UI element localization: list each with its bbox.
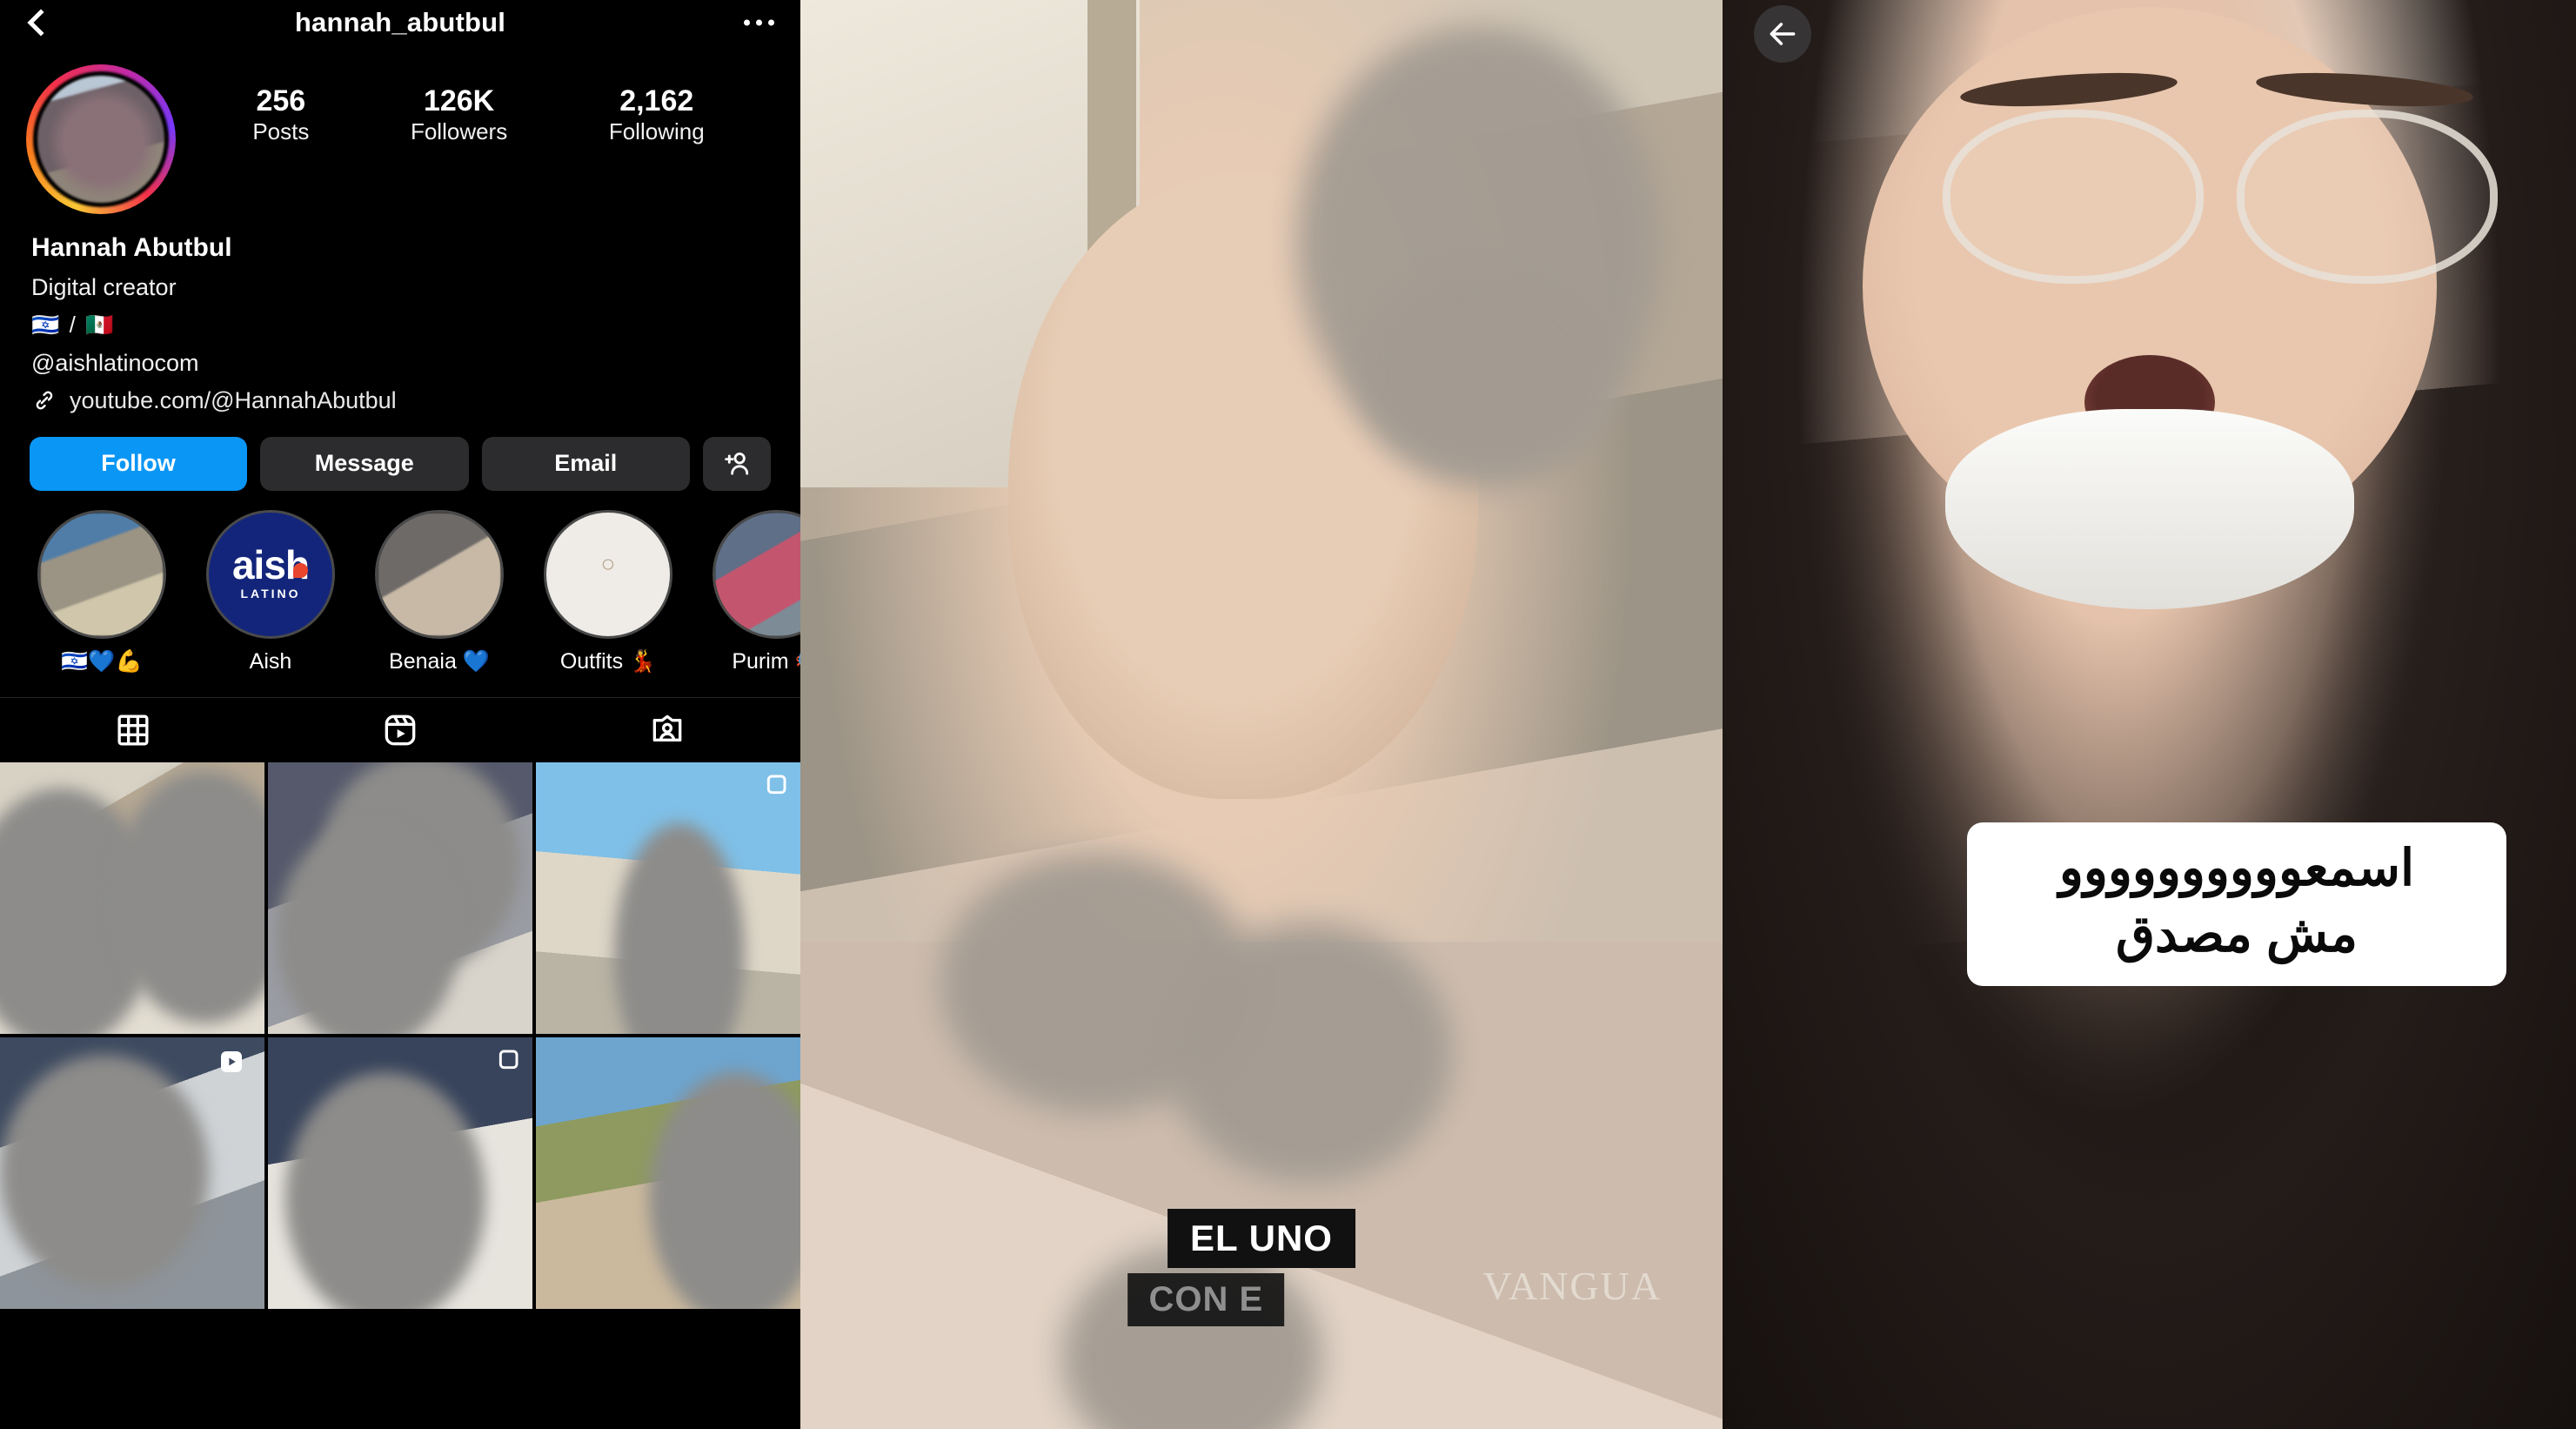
screenshot-stage: hannah_abutbul 256 Posts 126K Followers xyxy=(0,0,2576,1429)
grid-post[interactable] xyxy=(536,1037,800,1309)
grid-post[interactable] xyxy=(268,761,532,1034)
highlight-label: Purim 🎭 xyxy=(732,648,800,674)
grid-post[interactable] xyxy=(536,761,800,1034)
back-arrow-icon xyxy=(1770,23,1796,45)
stat-value: 2,162 xyxy=(619,84,694,117)
page-title: hannah_abutbul xyxy=(294,7,506,37)
grid-post[interactable] xyxy=(0,1037,264,1309)
bio-link-text: youtube.com/@HannahAbutbul xyxy=(70,386,397,413)
stat-following[interactable]: 2,162 Following xyxy=(609,84,705,145)
video-caption-line2: CON E xyxy=(1127,1273,1285,1326)
back-button[interactable] xyxy=(1754,5,1811,63)
stat-posts[interactable]: 256 Posts xyxy=(252,84,309,145)
profile-action-buttons: Follow Message Email xyxy=(0,414,800,491)
avatar[interactable] xyxy=(26,64,176,214)
highlight-cover xyxy=(40,512,164,636)
stat-label: Followers xyxy=(410,118,508,145)
story-highlights: 🇮🇱💙💪 aish LATINO Aish Benaia 💙 Outfits 💃 xyxy=(0,491,800,674)
highlight-label: 🇮🇱💙💪 xyxy=(61,648,143,674)
profile-top-bar: hannah_abutbul xyxy=(0,0,800,45)
profile-bio: Hannah Abutbul Digital creator 🇮🇱 / 🇲🇽 @… xyxy=(0,214,800,414)
instagram-profile-panel: hannah_abutbul 256 Posts 126K Followers xyxy=(0,0,800,1429)
highlight-item[interactable]: 🇮🇱💙💪 xyxy=(17,509,186,674)
profile-stats: 256 Posts 126K Followers 2,162 Following xyxy=(176,64,774,145)
body-blur-overlay xyxy=(1166,922,1453,1184)
eyeglasses-right xyxy=(2236,110,2498,285)
highlight-item[interactable]: Outfits 💃 xyxy=(524,509,693,674)
tab-grid[interactable] xyxy=(0,698,267,762)
profile-category: Digital creator xyxy=(31,274,177,300)
eyeglasses-left xyxy=(1942,110,2204,285)
reel-icon xyxy=(221,1050,242,1072)
face-mask xyxy=(1944,409,2354,609)
add-person-button[interactable] xyxy=(703,436,771,491)
email-button[interactable]: Email xyxy=(481,436,690,491)
tab-reels[interactable] xyxy=(267,698,534,762)
dot xyxy=(756,19,762,26)
aish-logo-sub: LATINO xyxy=(240,587,301,601)
carousel-icon xyxy=(498,1050,519,1069)
profile-header-row: 256 Posts 126K Followers 2,162 Following xyxy=(0,45,800,214)
stat-value: 256 xyxy=(256,84,306,117)
bio-flags: 🇮🇱 / 🇲🇽 xyxy=(31,311,116,338)
grid-post[interactable] xyxy=(0,761,264,1034)
tab-tagged[interactable] xyxy=(533,698,800,762)
more-options-icon[interactable] xyxy=(744,19,774,26)
highlight-item[interactable]: Benaia 💙 xyxy=(355,509,524,674)
stat-followers[interactable]: 126K Followers xyxy=(411,84,507,145)
reels-tab-icon xyxy=(385,714,416,745)
video-caption-line2: مش مصدق xyxy=(2116,906,2358,963)
video-watermark: VANGUA xyxy=(1482,1264,1662,1308)
aish-flame-icon xyxy=(293,562,308,578)
highlight-label: Benaia 💙 xyxy=(389,648,490,674)
highlight-cover xyxy=(378,512,501,636)
grid-post[interactable] xyxy=(268,1037,532,1309)
follow-button[interactable]: Follow xyxy=(30,436,247,491)
add-person-icon xyxy=(725,452,749,475)
avatar-image xyxy=(33,71,169,207)
video-panel-spanish[interactable]: CON E EL UNO VANGUA xyxy=(800,0,1723,1429)
eyebrow xyxy=(1958,67,2178,113)
grid-tab-icon xyxy=(117,714,149,746)
highlight-label: Aish xyxy=(249,648,292,674)
face-blur-overlay xyxy=(1357,261,1618,487)
display-name: Hannah Abutbul xyxy=(31,233,232,262)
video-caption-line1: EL UNO xyxy=(1168,1209,1355,1268)
stat-value: 126K xyxy=(423,84,495,117)
post-grid xyxy=(0,761,800,1309)
highlight-cover: aish LATINO xyxy=(206,509,335,639)
link-icon xyxy=(36,391,53,410)
message-button[interactable]: Message xyxy=(260,436,469,491)
stat-label: Posts xyxy=(252,118,310,145)
bio-mention[interactable]: @aishlatinocom xyxy=(31,349,769,378)
video-caption: اسمعوووووووووو مش مصدق xyxy=(1967,822,2506,987)
video-panel-arabic[interactable]: اسمعوووووووووو مش مصدق xyxy=(1723,0,2576,1429)
highlight-cover xyxy=(715,512,800,636)
dot xyxy=(768,19,774,26)
highlight-label: Outfits 💃 xyxy=(559,648,657,674)
carousel-icon xyxy=(766,775,786,794)
highlight-item[interactable]: Purim 🎭 xyxy=(693,509,800,674)
video-caption-line1: اسمعوووووووووو xyxy=(2058,840,2415,896)
tagged-tab-icon xyxy=(652,714,682,741)
highlight-cover xyxy=(544,509,672,639)
profile-tabs xyxy=(0,696,800,762)
bio-external-link[interactable]: youtube.com/@HannahAbutbul xyxy=(31,387,769,414)
stat-label: Following xyxy=(608,118,705,145)
highlight-item[interactable]: aish LATINO Aish xyxy=(186,509,355,674)
dot xyxy=(744,19,750,26)
